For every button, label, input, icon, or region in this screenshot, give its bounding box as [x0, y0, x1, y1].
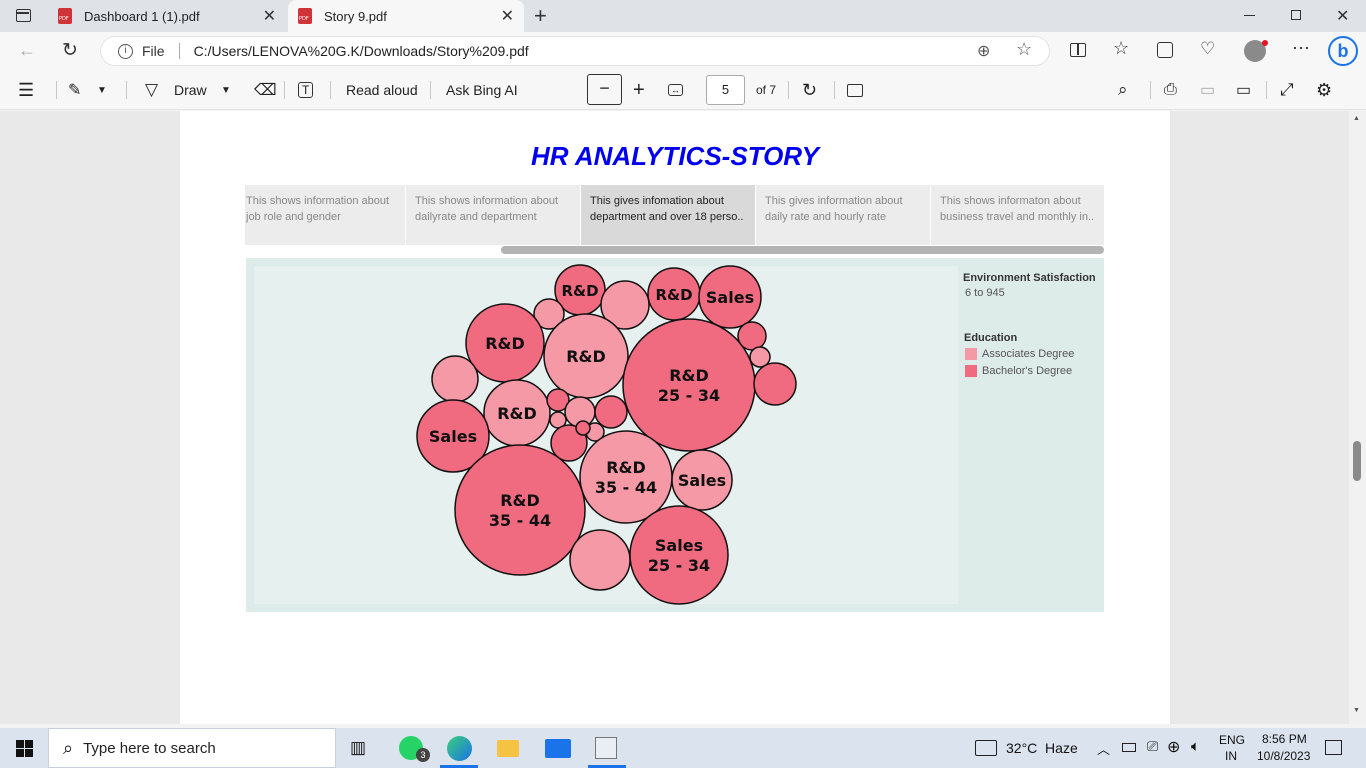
bubble-mark[interactable]: [629, 505, 729, 605]
bubble-label: R&D: [669, 366, 709, 385]
bubble-mark[interactable]: [431, 355, 479, 403]
legend-size-title: Environment Satisfaction: [963, 272, 1096, 284]
weather-text[interactable]: 32°C Haze: [1006, 740, 1078, 756]
bubble-label: R&D: [655, 286, 692, 304]
bubble-label: Sales: [429, 427, 477, 446]
clock-time[interactable]: 8:56 PM: [1262, 732, 1307, 746]
search-placeholder: Type here to search: [83, 739, 216, 757]
file-explorer-icon[interactable]: [497, 740, 519, 757]
bubble-label: R&D: [500, 491, 540, 510]
bubble-label: 25 - 34: [658, 386, 720, 405]
volume-icon[interactable]: 🔈︎: [1191, 738, 1200, 755]
task-view-icon[interactable]: ▥: [350, 738, 366, 758]
bubble-label: R&D: [561, 282, 598, 300]
region-code[interactable]: IN: [1225, 749, 1237, 763]
bubble-label: R&D: [566, 347, 606, 366]
legend-item-associates: Associates Degree: [982, 348, 1075, 360]
snipping-tool-icon[interactable]: [595, 737, 617, 759]
show-hidden-icons-chevron[interactable]: ︿: [1097, 739, 1110, 758]
bubble-label: Sales: [678, 471, 726, 490]
legend-swatch-associates: [965, 348, 977, 360]
windows-start-icon[interactable]: [16, 740, 33, 757]
bubble-label: 35 - 44: [595, 478, 657, 497]
legend-item-bachelors: Bachelor's Degree: [982, 365, 1073, 377]
bubble-mark[interactable]: [579, 430, 673, 524]
network-icon[interactable]: ⊕: [1167, 737, 1180, 757]
bubble-mark[interactable]: [569, 529, 631, 591]
legend-color-title: Education: [964, 332, 1018, 344]
language-code[interactable]: ENG: [1219, 733, 1245, 747]
battery-icon[interactable]: [1122, 743, 1136, 752]
legend-size-range: 6 to 945: [965, 287, 1005, 299]
bubble-label: R&D: [497, 404, 537, 423]
bubble-label: R&D: [485, 334, 525, 353]
clock-date[interactable]: 10/8/2023: [1257, 749, 1310, 763]
bubble-mark[interactable]: [454, 444, 586, 576]
weather-icon[interactable]: [975, 740, 997, 756]
bubble-label: Sales: [706, 288, 754, 307]
mail-icon[interactable]: [545, 739, 571, 758]
bubble-label: R&D: [606, 458, 646, 477]
legend-swatch-bachelors: [965, 365, 977, 377]
search-icon: ⌕: [63, 737, 74, 758]
bubble-mark[interactable]: [622, 318, 756, 452]
bubble-mark[interactable]: [737, 321, 767, 351]
hardware-icon[interactable]: ⎚: [1147, 738, 1158, 755]
bubble-mark[interactable]: [594, 395, 628, 429]
bubble-label: Sales: [655, 536, 703, 555]
windows-taskbar: ⌕ Type here to search ▥ 3 32°C Haze ︿ ⎚ …: [0, 728, 1366, 768]
bubble-chart: R&D R&D SalesR&DR&DR&D25 - 34R&DSalesR&D35…: [416, 264, 797, 605]
bubble-label: 35 - 44: [489, 511, 551, 530]
edge-icon[interactable]: [447, 736, 472, 761]
notifications-icon[interactable]: [1325, 740, 1342, 755]
taskbar-search-box[interactable]: ⌕ Type here to search: [48, 728, 336, 768]
bubble-mark[interactable]: [753, 362, 797, 406]
whatsapp-badge: 3: [416, 748, 430, 762]
bubble-mark[interactable]: [575, 420, 591, 436]
bubble-label: 25 - 34: [648, 556, 710, 575]
